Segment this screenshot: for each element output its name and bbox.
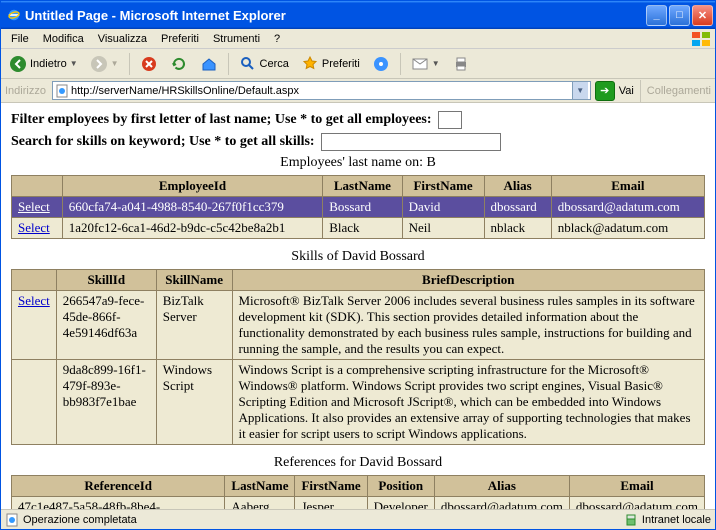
back-arrow-icon — [9, 55, 27, 73]
references-caption: References for David Bossard — [11, 455, 705, 471]
col-employeeid: EmployeeId — [62, 176, 322, 197]
cell-firstname: David — [402, 197, 484, 218]
windows-logo-icon — [691, 31, 711, 47]
menu-edit[interactable]: Modifica — [37, 32, 90, 46]
cell-firstname: Neil — [402, 218, 484, 239]
filter-lastname-input[interactable] — [438, 111, 462, 129]
employee-row: Select 660cfa74-a041-4988-8540-267f0f1cc… — [12, 197, 705, 218]
done-icon — [5, 513, 19, 527]
skill-row: 9da8c899-16f1-479f-893e-bb983f7e1bae Win… — [12, 360, 705, 445]
col-select — [12, 176, 63, 197]
menu-bar: File Modifica Visualizza Preferiti Strum… — [1, 29, 715, 49]
col-skillname: SkillName — [156, 270, 232, 291]
cell-skillname: BizTalk Server — [156, 291, 232, 360]
print-icon — [452, 55, 470, 73]
mail-button[interactable]: ▼ — [407, 53, 444, 75]
menu-view[interactable]: Visualizza — [92, 32, 153, 46]
cell-alias: dbossard — [484, 197, 551, 218]
menu-file[interactable]: File — [5, 32, 35, 46]
media-button[interactable] — [368, 53, 394, 75]
refresh-button[interactable] — [166, 53, 192, 75]
window-titlebar: Untitled Page - Microsoft Internet Explo… — [1, 1, 715, 29]
col-position: Position — [367, 476, 434, 497]
filter-lastname-label: Filter employees by first letter of last… — [11, 112, 432, 128]
toolbar: Indietro ▼ ▼ Cerca Preferiti ▼ — [1, 49, 715, 79]
ie-logo-icon — [7, 8, 21, 22]
cell-lastname: Bossard — [323, 197, 402, 218]
cell-alias: nblack — [484, 218, 551, 239]
select-link[interactable]: Select — [18, 220, 50, 235]
col-firstname: FirstName — [295, 476, 367, 497]
links-label: Collegamenti — [647, 85, 711, 97]
menu-help[interactable]: ? — [268, 32, 286, 46]
status-text: Operazione completata — [23, 514, 137, 526]
cell-skillid: 9da8c899-16f1-479f-893e-bb983f7e1bae — [56, 360, 156, 445]
cell-employeeid: 1a20fc12-6ca1-46d2-b9dc-c5c42be8a2b1 — [62, 218, 322, 239]
address-dropdown[interactable]: ▼ — [572, 82, 588, 99]
cell-skillname: Windows Script — [156, 360, 232, 445]
col-firstname: FirstName — [402, 176, 484, 197]
cell-email: nblack@adatum.com — [551, 218, 704, 239]
zone-icon — [624, 513, 638, 527]
col-skillid: SkillId — [56, 270, 156, 291]
skill-row: Select 266547a9-fece-45de-866f-4e59146df… — [12, 291, 705, 360]
address-bar: Indirizzo http://serverName/HRSkillsOnli… — [1, 79, 715, 103]
employee-row: Select 1a20fc12-6ca1-46d2-b9dc-c5c42be8a… — [12, 218, 705, 239]
forward-arrow-icon — [90, 55, 108, 73]
address-url: http://serverName/HRSkillsOnline/Default… — [69, 85, 572, 97]
references-grid: ReferenceId LastName FirstName Position … — [11, 475, 705, 513]
col-email: Email — [551, 176, 704, 197]
filter-skills-input[interactable] — [321, 133, 501, 151]
employees-caption: Employees' last name on: B — [11, 155, 705, 171]
go-button[interactable]: ➔ — [595, 81, 615, 101]
window-title: Untitled Page - Microsoft Internet Explo… — [25, 8, 286, 23]
menu-tools[interactable]: Strumenti — [207, 32, 266, 46]
refresh-icon — [170, 55, 188, 73]
page-content: Filter employees by first letter of last… — [1, 103, 715, 513]
close-button[interactable]: ✕ — [692, 5, 713, 26]
cell-skillid: 266547a9-fece-45de-866f-4e59146df63a — [56, 291, 156, 360]
col-briefdescription: BriefDescription — [232, 270, 705, 291]
page-icon — [55, 84, 69, 98]
maximize-button[interactable]: □ — [669, 5, 690, 26]
back-button[interactable]: Indietro ▼ — [5, 53, 82, 75]
col-referenceid: ReferenceId — [12, 476, 225, 497]
minimize-button[interactable]: _ — [646, 5, 667, 26]
cell-lastname: Black — [323, 218, 402, 239]
select-link[interactable]: Select — [18, 293, 50, 308]
cell-employeeid: 660cfa74-a041-4988-8540-267f0f1cc379 — [62, 197, 322, 218]
zone-text: Intranet locale — [642, 514, 711, 526]
col-select — [12, 270, 57, 291]
filter-skills-label: Search for skills on keyword; Use * to g… — [11, 134, 315, 150]
star-icon — [301, 55, 319, 73]
stop-icon — [140, 55, 158, 73]
mail-icon — [411, 55, 429, 73]
skills-grid: SkillId SkillName BriefDescription Selec… — [11, 269, 705, 445]
select-link[interactable]: Select — [18, 199, 50, 214]
favorites-button[interactable]: Preferiti — [297, 53, 364, 75]
cell-briefdescription: Microsoft® BizTalk Server 2006 includes … — [232, 291, 705, 360]
go-label: Vai — [619, 85, 634, 97]
stop-button[interactable] — [136, 53, 162, 75]
cell-email: dbossard@adatum.com — [551, 197, 704, 218]
employees-grid: EmployeeId LastName FirstName Alias Emai… — [11, 175, 705, 239]
status-bar: Operazione completata Intranet locale — [1, 509, 715, 529]
home-button[interactable] — [196, 53, 222, 75]
address-label: Indirizzo — [5, 85, 46, 97]
menu-favorites[interactable]: Preferiti — [155, 32, 205, 46]
cell-briefdescription: Windows Script is a comprehensive script… — [232, 360, 705, 445]
home-icon — [200, 55, 218, 73]
search-button[interactable]: Cerca — [235, 53, 293, 75]
col-lastname: LastName — [323, 176, 402, 197]
col-alias: Alias — [484, 176, 551, 197]
col-lastname: LastName — [225, 476, 295, 497]
skills-caption: Skills of David Bossard — [11, 249, 705, 265]
media-icon — [372, 55, 390, 73]
col-alias: Alias — [434, 476, 569, 497]
forward-button[interactable]: ▼ — [86, 53, 123, 75]
search-icon — [239, 55, 257, 73]
col-email: Email — [569, 476, 704, 497]
address-input[interactable]: http://serverName/HRSkillsOnline/Default… — [52, 81, 591, 100]
print-button[interactable] — [448, 53, 474, 75]
